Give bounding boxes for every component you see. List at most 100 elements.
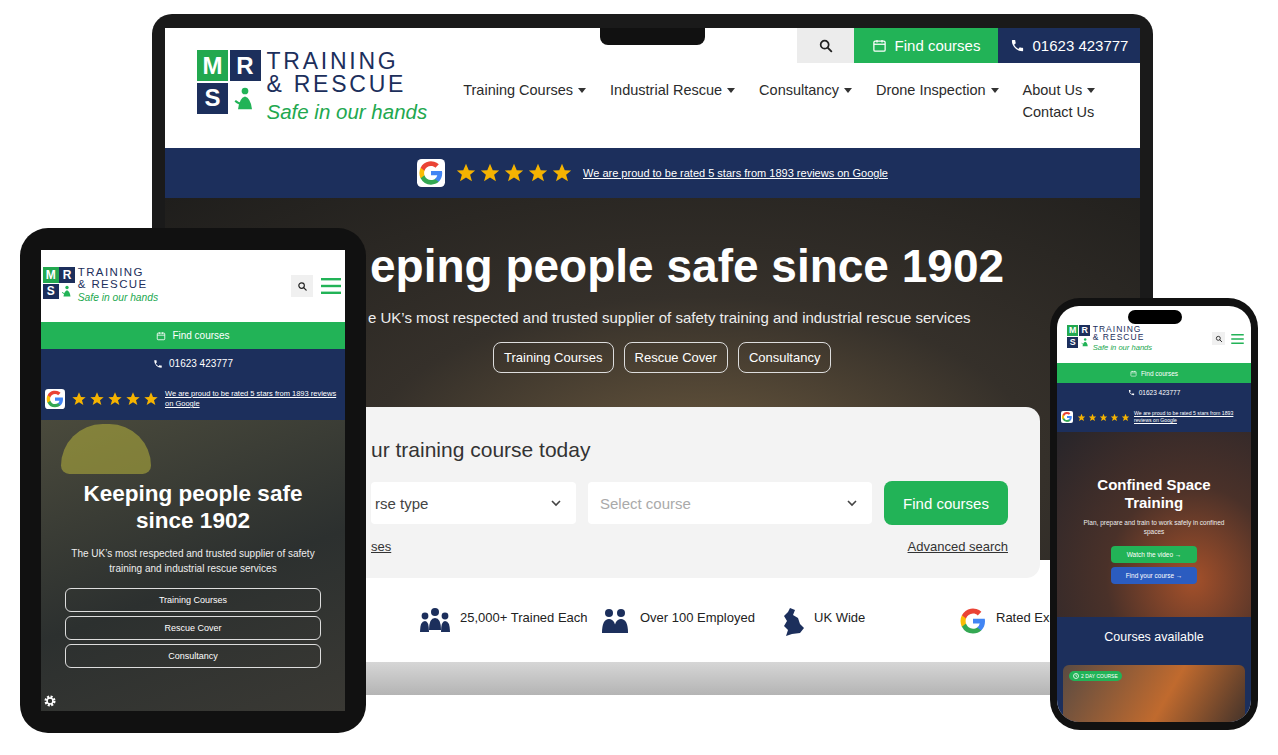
review-link[interactable]: We are proud to be rated 5 stars from 18…	[583, 167, 888, 179]
logo[interactable]: MRS TRAINING& RESCUE Safe in our hands	[43, 267, 158, 304]
review-strip: We are proud to be rated 5 stars from 18…	[41, 378, 345, 420]
caret-icon	[578, 88, 586, 93]
review-link[interactable]: We are proud to be rated 5 stars from 18…	[165, 389, 341, 409]
star-icon	[551, 162, 573, 184]
logo-words: TRAINING& RESCUE Safe in our hands	[78, 267, 158, 304]
hero-heading: Keeping people safe since 1902	[41, 480, 345, 534]
logo-squares: MRS	[43, 267, 75, 299]
calendar-icon	[872, 38, 887, 53]
logo-letter: S	[197, 83, 228, 114]
card-title: ur training course today	[371, 437, 1008, 463]
nav-item[interactable]: About Us	[1023, 82, 1096, 98]
logo[interactable]: MRS TRAINING& RESCUE Safe in our hands	[1067, 325, 1152, 353]
stat-item: 25,000+ Trained Each	[418, 606, 598, 638]
hero-button[interactable]: Find your course →	[1111, 567, 1197, 584]
find-courses-button[interactable]: Find courses	[41, 322, 345, 349]
select-field[interactable]: Select course	[588, 482, 872, 524]
logo-title: TRAINING	[267, 50, 428, 73]
nav-item[interactable]: Training Courses	[463, 82, 586, 98]
card-link[interactable]: ses	[371, 539, 391, 554]
caret-icon	[991, 88, 999, 93]
logo-tagline: Safe in our hands	[267, 99, 428, 125]
gear-icon[interactable]	[43, 694, 57, 708]
tablet-screen: MRS TRAINING& RESCUE Safe in our hands F…	[41, 250, 345, 711]
google-icon	[1061, 411, 1073, 423]
logo-title: & RESCUE	[78, 279, 158, 291]
logo-letter: M	[1067, 325, 1078, 336]
logo[interactable]: MRS TRAINING& RESCUE Safe in our hands	[197, 50, 427, 125]
stat-item: Over 100 Employed	[598, 606, 778, 638]
search-icon	[1215, 335, 1223, 343]
nav-item[interactable]: Industrial Rescue	[610, 82, 735, 98]
hand-figure-icon	[231, 84, 259, 112]
hero: Keeping people safe since 1902 The UK’s …	[41, 420, 345, 711]
people-group-icon	[418, 606, 452, 636]
review-strip: We are proud to be rated 5 stars from 18…	[1057, 402, 1251, 432]
hero-button[interactable]: Training Courses	[65, 588, 321, 612]
hero-button[interactable]: Training Courses	[493, 342, 614, 373]
hero-button[interactable]: Rescue Cover	[65, 616, 321, 640]
logo-tagline: Safe in our hands	[78, 292, 158, 305]
tablet: MRS TRAINING& RESCUE Safe in our hands F…	[20, 228, 366, 733]
caret-icon	[727, 88, 735, 93]
logo-figure	[59, 284, 75, 300]
hero-heading: Confined Space Training	[1057, 476, 1251, 512]
phone-notch	[1128, 310, 1182, 324]
caret-icon	[1087, 88, 1095, 93]
search-icon	[818, 38, 834, 54]
find-courses-button[interactable]: Find courses	[1057, 363, 1251, 383]
phone-button[interactable]: 01623 423777	[998, 28, 1140, 63]
find-courses-button[interactable]: Find courses	[854, 28, 998, 63]
logo-letter: R	[1079, 325, 1090, 336]
section-title: Courses available	[1057, 617, 1251, 657]
logo-letter: R	[230, 50, 261, 81]
main-nav: Training Courses Industrial Rescue Consult…	[427, 82, 1140, 120]
search-button[interactable]	[1212, 332, 1225, 345]
review-strip: We are proud to be rated 5 stars from 18…	[165, 148, 1140, 198]
hamburger-menu-icon[interactable]	[1231, 334, 1244, 344]
star-icon	[125, 391, 141, 407]
logo-letter: S	[43, 284, 59, 300]
phone-icon	[1010, 38, 1025, 53]
review-link[interactable]: We are proud to be rated 5 stars from 18…	[1134, 410, 1247, 424]
star-icon	[107, 391, 123, 407]
stat-item: UK Wide	[778, 606, 958, 638]
logo-squares: MRS	[197, 50, 261, 114]
chevron-down-icon	[846, 497, 858, 509]
find-courses-button[interactable]: Find courses	[884, 481, 1008, 525]
star-icon	[1077, 413, 1086, 422]
search-button[interactable]	[291, 275, 313, 297]
star-icon	[1110, 413, 1119, 422]
phone-icon	[1128, 389, 1135, 396]
course-card[interactable]: 2 DAY COURSE	[1063, 665, 1245, 722]
caret-icon	[844, 88, 852, 93]
star-icon	[479, 162, 501, 184]
logo-title: TRAINING	[1093, 325, 1152, 334]
nav-item[interactable]: Drone Inspection	[876, 82, 999, 98]
nav-item[interactable]: Contact Us	[1023, 104, 1096, 120]
logo-words: TRAINING& RESCUE Safe in our hands	[267, 50, 428, 125]
hamburger-menu-icon[interactable]	[321, 278, 341, 294]
logo-title: & RESCUE	[267, 73, 428, 96]
hero-button[interactable]: Consultancy	[65, 644, 321, 668]
google-icon	[958, 606, 988, 636]
card-link[interactable]: Advanced search	[908, 539, 1008, 554]
phone-button[interactable]: 01623 423777	[41, 349, 345, 378]
helmet-photo-shape	[61, 424, 151, 474]
logo-title: & RESCUE	[1093, 333, 1152, 342]
star-icon	[1099, 413, 1108, 422]
logo-letter: M	[43, 267, 59, 283]
nav-item[interactable]: Consultancy	[759, 82, 852, 98]
hero-button[interactable]: Consultancy	[738, 342, 832, 373]
hero-button[interactable]: Rescue Cover	[624, 342, 728, 373]
star-icon	[1121, 413, 1130, 422]
hero-button[interactable]: Watch the video →	[1111, 546, 1197, 563]
phone-button[interactable]: 01623 423777	[1057, 383, 1251, 402]
star-icon	[71, 391, 87, 407]
course-search-card: ur training course today rse type Select…	[347, 407, 1040, 578]
select-field[interactable]: rse type	[371, 482, 576, 524]
course-badge: 2 DAY COURSE	[1069, 671, 1122, 681]
phone-screen: MRS TRAINING& RESCUE Safe in our hands F…	[1057, 306, 1251, 722]
logo-letter: R	[59, 267, 75, 283]
search-button[interactable]	[797, 28, 854, 63]
